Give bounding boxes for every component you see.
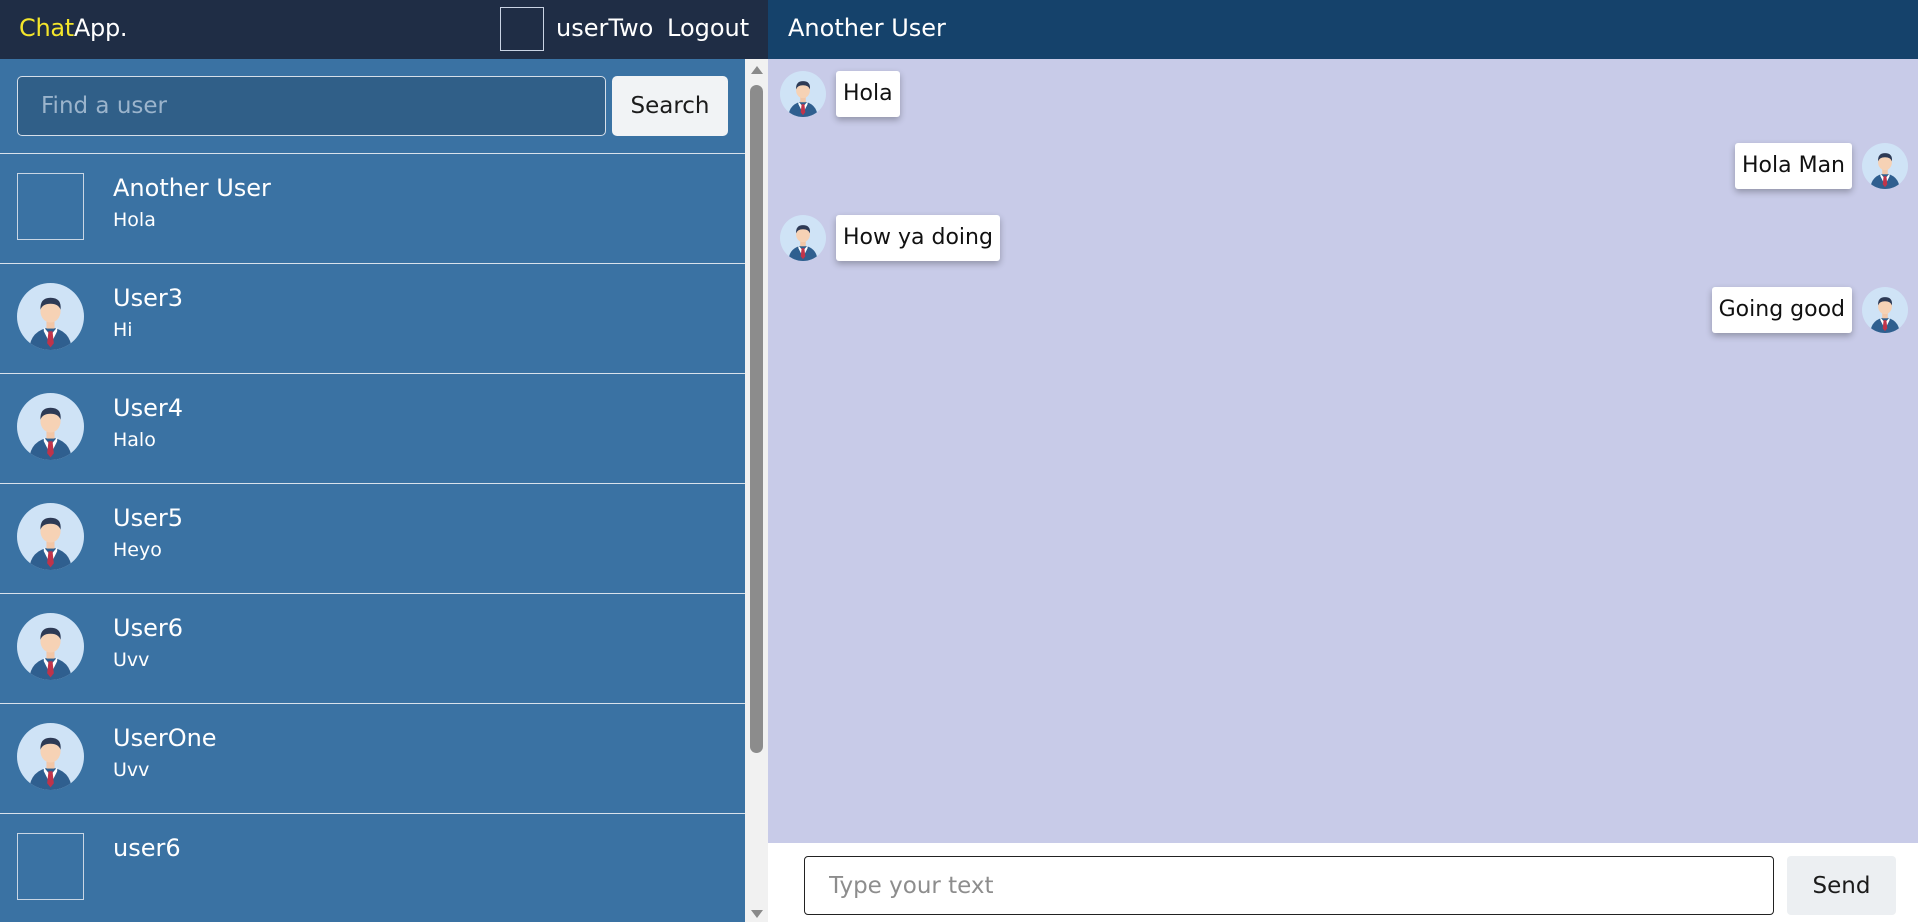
search-button[interactable]: Search — [612, 76, 728, 136]
sidebar-header: ChatApp. userTwo Logout — [0, 0, 768, 59]
user-name: User3 — [113, 284, 183, 312]
last-message-preview: Hi — [113, 319, 133, 341]
user-name: User6 — [113, 614, 183, 642]
user-list-item[interactable]: User5 Heyo — [0, 484, 745, 594]
user-name: User4 — [113, 394, 183, 422]
person-avatar-icon — [17, 393, 84, 460]
message-bubble: Hola Man — [1735, 143, 1852, 189]
scroll-up-arrow-icon[interactable] — [751, 66, 763, 74]
user-list-item[interactable]: User6 Uvv — [0, 594, 745, 704]
incoming-message: How ya doing — [780, 215, 1380, 261]
user-list-scrollbar[interactable] — [745, 59, 768, 922]
current-user-name: userTwo — [556, 14, 654, 42]
scrollbar-thumb[interactable] — [750, 85, 763, 753]
send-button[interactable]: Send — [1787, 856, 1896, 915]
person-avatar-icon — [17, 723, 84, 790]
person-avatar-icon — [1862, 143, 1908, 189]
last-message-preview: Halo — [113, 429, 156, 451]
user-list-item[interactable]: Another User Hola — [0, 154, 745, 264]
user-list-item[interactable]: user6 — [0, 814, 745, 922]
sidebar: ChatApp. userTwo Logout Search Another U… — [0, 0, 768, 922]
person-avatar-icon — [17, 283, 84, 350]
user-list-item[interactable]: User3 Hi — [0, 264, 745, 374]
message-bubble: How ya doing — [836, 215, 1000, 261]
user-list: Another User Hola User3 Hi User4 Halo Us… — [0, 153, 745, 922]
message-bubble: Hola — [836, 71, 900, 117]
user-list-item[interactable]: UserOne Uvv — [0, 704, 745, 814]
incoming-message: Hola — [780, 71, 1380, 117]
search-input[interactable] — [17, 76, 606, 136]
user-name: User5 — [113, 504, 183, 532]
user-list-item[interactable]: User4 Halo — [0, 374, 745, 484]
message-composer: Send — [768, 843, 1918, 922]
person-avatar-icon — [17, 503, 84, 570]
person-avatar-icon — [17, 613, 84, 680]
last-message-preview: Uvv — [113, 759, 150, 781]
message-input[interactable] — [804, 856, 1774, 915]
chat-header: Another User — [768, 0, 1918, 59]
message-bubble: Going good — [1711, 287, 1852, 333]
scroll-down-arrow-icon[interactable] — [751, 910, 763, 918]
last-message-preview: Hola — [113, 209, 156, 231]
logout-button[interactable]: Logout — [667, 14, 749, 42]
app-logo: ChatApp. — [19, 14, 128, 42]
logo-accent: Chat — [19, 14, 74, 42]
user-avatar-placeholder — [17, 173, 84, 240]
last-message-preview: Uvv — [113, 649, 150, 671]
last-message-preview: Heyo — [113, 539, 162, 561]
user-name: UserOne — [113, 724, 217, 752]
person-avatar-icon — [780, 71, 826, 117]
user-name: Another User — [113, 174, 271, 202]
search-bar: Search — [0, 59, 745, 154]
current-user-avatar — [500, 7, 544, 51]
person-avatar-icon — [1862, 287, 1908, 333]
person-avatar-icon — [780, 215, 826, 261]
outgoing-message: Going good — [1308, 287, 1908, 333]
outgoing-message: Hola Man — [1308, 143, 1908, 189]
chat-panel: Another User Hola Hola Man How ya doing … — [768, 0, 1918, 922]
user-avatar-placeholder — [17, 833, 84, 900]
logo-rest: App. — [73, 14, 128, 42]
chat-partner-name: Another User — [788, 14, 946, 42]
user-name: user6 — [113, 834, 181, 862]
